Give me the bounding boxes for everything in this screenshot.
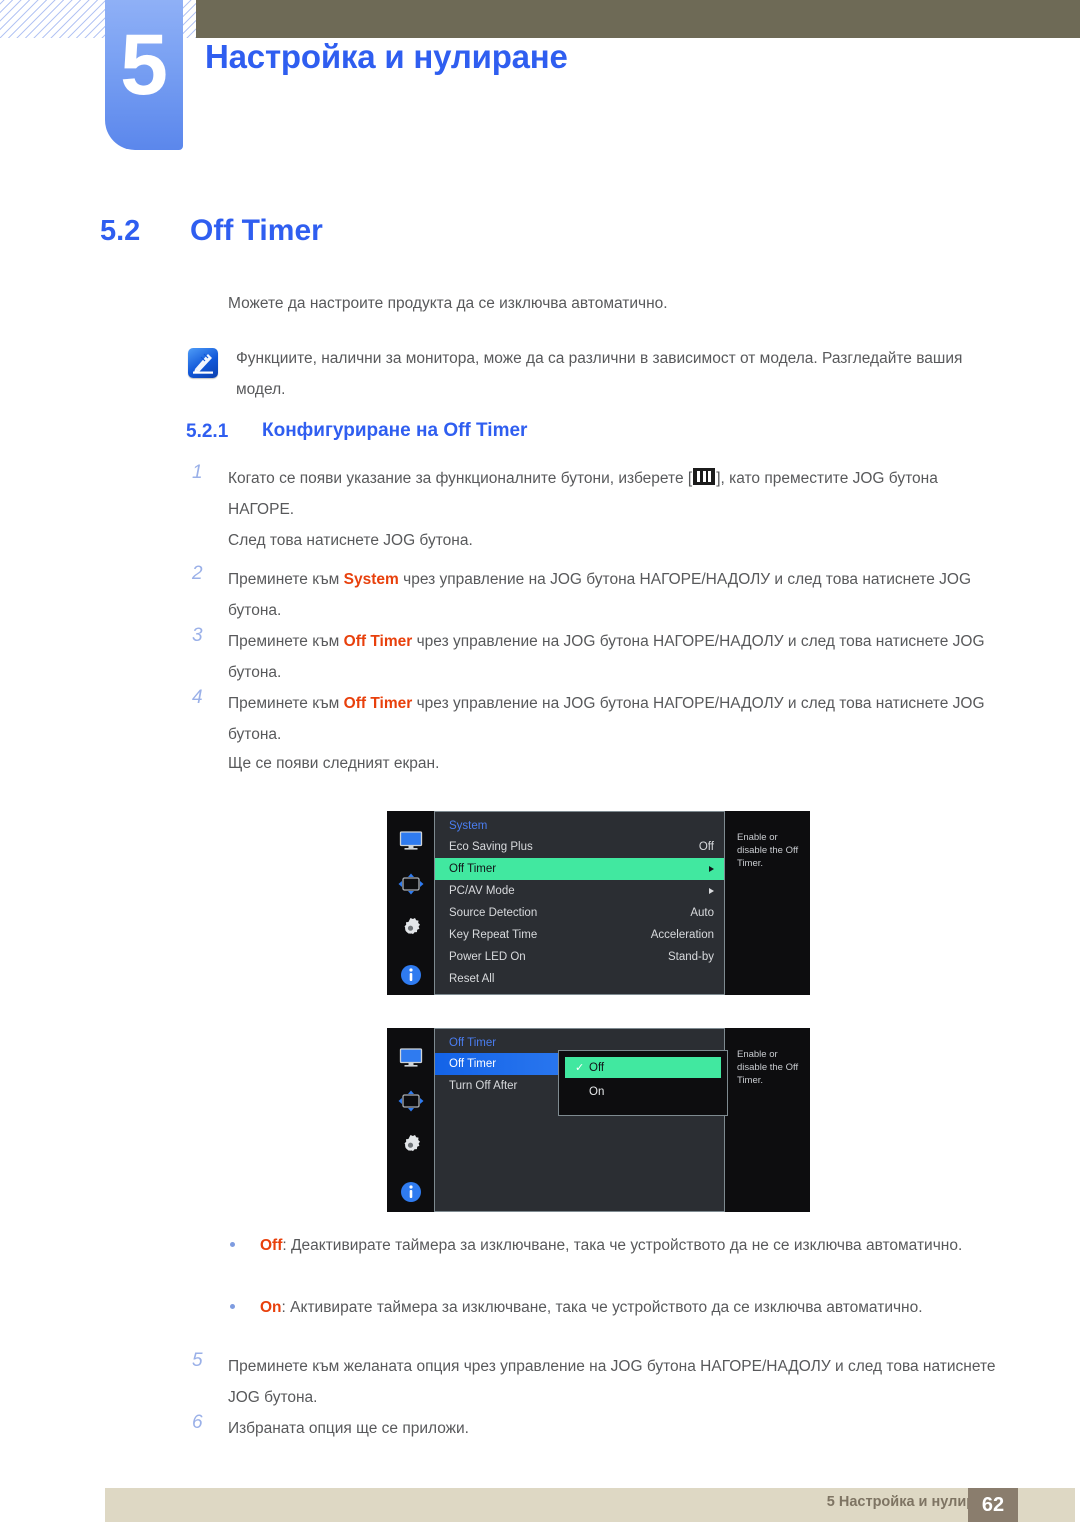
step-number-3: 3 [192, 625, 203, 646]
step-1-continuation: След това натиснете JOG бутона. [228, 532, 473, 549]
subsection-title: Конфигуриране на Off Timer [262, 420, 528, 441]
osd1-menu-title: System [449, 820, 488, 832]
section-number: 5.2 [100, 215, 141, 247]
checkmark-icon: ✓ [575, 1062, 585, 1074]
osd1-menu-panel: System Eco Saving Plus Off Off Timer PC/… [434, 811, 725, 995]
menu-icon [693, 468, 716, 485]
step-body-3: Преминете към Off Timer чрез управление … [228, 626, 1008, 688]
step-body-1: Когато се появи указание за функционални… [228, 463, 1008, 525]
osd2-row-label: Off Timer [449, 1058, 497, 1070]
note-text: Функциите, налични за монитора, може да … [236, 350, 963, 398]
note-pen-icon [188, 348, 218, 378]
step-1-pre: Когато се появи указание за функционални… [228, 470, 693, 487]
picture-move-icon [398, 1090, 424, 1117]
step-4-pre: Преминете към [228, 695, 344, 712]
osd1-row-label: Off Timer [449, 863, 497, 875]
step-4-continuation: Ще се появи следният екран. [228, 755, 440, 772]
section-intro-text: Можете да настроите продукта да се изклю… [228, 295, 668, 312]
bullet-marker [230, 1304, 235, 1309]
step-number-1: 1 [192, 462, 203, 483]
osd1-row-key-repeat-time[interactable]: Key Repeat Time Acceleration [435, 924, 724, 946]
osd1-row-off-timer[interactable]: Off Timer [435, 858, 724, 880]
chapter-number-badge: 5 [105, 0, 183, 150]
osd-screenshot-off-timer-menu: Off Timer Off Timer Turn Off After ✓ Off… [387, 1028, 810, 1212]
bullet-item-off: Off: Деактивирате таймера за изключване,… [260, 1230, 1010, 1261]
osd1-row-label: Source Detection [449, 907, 538, 919]
monitor-icon [399, 831, 423, 856]
chevron-right-icon [709, 888, 714, 894]
step-body-5: Преминете към желаната опция чрез управл… [228, 1358, 996, 1406]
osd1-row-label: Power LED On [449, 951, 526, 963]
gear-icon [398, 917, 423, 947]
step-body-2: Преминете към System чрез управление на … [228, 564, 1008, 626]
osd2-icon-rail [387, 1028, 434, 1212]
subsection-number: 5.2.1 [186, 421, 229, 442]
step-number-2: 2 [192, 563, 203, 584]
step-3-keyword: Off Timer [343, 633, 413, 650]
bullet-keyword: On [260, 1299, 282, 1316]
step-body-4: Преминете към Off Timer чрез управление … [228, 688, 1008, 750]
osd1-row-label: Key Repeat Time [449, 929, 538, 941]
step-4-keyword: Off Timer [343, 695, 413, 712]
osd-screenshot-system-menu: System Eco Saving Plus Off Off Timer PC/… [387, 811, 810, 995]
osd2-popup-option-off[interactable]: ✓ Off [565, 1057, 721, 1078]
monitor-icon [399, 1048, 423, 1073]
step-body-6: Избраната опция ще се приложи. [228, 1420, 469, 1437]
chevron-right-icon [709, 866, 714, 872]
gear-icon [398, 1134, 423, 1164]
osd1-row-reset-all[interactable]: Reset All [435, 968, 724, 990]
page-number-box: 62 [968, 1488, 1018, 1522]
osd1-row-source-detection[interactable]: Source Detection Auto [435, 902, 724, 924]
osd1-row-value: Off [698, 841, 714, 853]
osd1-row-value: Stand-by [667, 951, 714, 963]
step-3-pre: Преминете към [228, 633, 344, 650]
step-number-4: 4 [192, 687, 203, 708]
osd1-description-panel: Enable or disable the Off Timer. [725, 811, 810, 995]
bullet-text: : Деактивирате таймера за изключване, та… [282, 1237, 963, 1254]
osd1-row-value: Auto [690, 907, 714, 919]
osd1-row-label: Eco Saving Plus [449, 841, 533, 853]
bullet-keyword: Off [260, 1237, 283, 1254]
step-2-keyword: System [343, 571, 399, 588]
osd2-popup-option-label: Off [589, 1061, 605, 1074]
osd1-row-value: Acceleration [650, 929, 714, 941]
step-number-6: 6 [192, 1412, 203, 1433]
chapter-title: Настройка и нулиране [205, 38, 568, 75]
osd1-row-label: PC/AV Mode [449, 885, 515, 897]
osd1-row-pc-av-mode[interactable]: PC/AV Mode [435, 880, 724, 902]
osd2-popup-option-on[interactable]: On [565, 1081, 721, 1102]
osd1-row-label: Reset All [449, 973, 495, 985]
osd1-row-power-led-on[interactable]: Power LED On Stand-by [435, 946, 724, 968]
section-title: Off Timer [190, 214, 323, 247]
osd2-row-label: Turn Off After [449, 1080, 518, 1092]
step-2-pre: Преминете към [228, 571, 344, 588]
bullet-item-on: On: Активирате таймера за изключване, та… [260, 1292, 1010, 1323]
osd2-description-panel: Enable or disable the Off Timer. [725, 1028, 810, 1212]
osd2-popup-option-label: On [589, 1085, 605, 1098]
bullet-text: : Активирате таймера за изключване, така… [281, 1299, 923, 1316]
osd2-option-popup: ✓ Off On [558, 1050, 728, 1116]
osd1-row-eco-saving-plus[interactable]: Eco Saving Plus Off [435, 836, 724, 858]
step-number-5: 5 [192, 1350, 203, 1371]
bullet-marker [230, 1242, 235, 1247]
info-icon [400, 964, 422, 991]
picture-move-icon [398, 873, 424, 900]
info-icon [400, 1181, 422, 1208]
osd1-icon-rail [387, 811, 434, 995]
header-olive-bar [196, 0, 1080, 38]
osd2-menu-panel: Off Timer Off Timer Turn Off After ✓ Off… [434, 1028, 728, 1212]
